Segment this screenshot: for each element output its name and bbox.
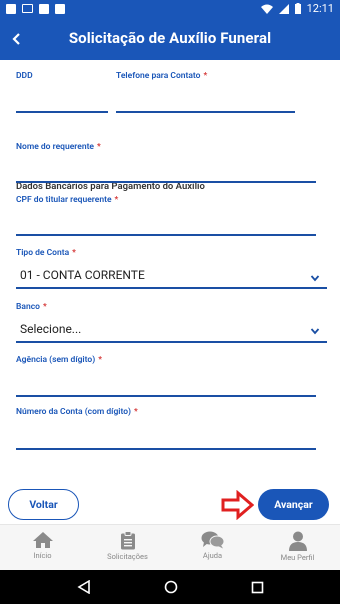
nav-item-ajuda[interactable]: Ajuda [170,525,255,570]
recents-square-icon[interactable] [251,581,264,594]
person-icon [288,531,307,551]
nome-input[interactable] [16,181,316,183]
nav-label: Início [33,551,52,560]
tipo-conta-label: Tipo de Conta * [16,248,76,258]
banco-value[interactable]: Selecione... [20,322,81,336]
section-title: Dados Bancários para Pagamento do Auxíli… [16,181,205,192]
arrow-right-icon [221,490,254,520]
conta-input[interactable] [16,448,316,450]
clipboard-icon [120,531,135,550]
avancar-button[interactable]: Avançar [258,489,329,520]
nav-item-inicio[interactable]: Início [0,525,85,570]
tipo-conta-select[interactable] [16,287,327,289]
banco-select[interactable] [16,341,327,343]
form: DDD Telefone para Contato * Dados Bancári… [0,60,340,524]
system-nav-bar [0,570,340,604]
ddd-input[interactable] [16,111,108,113]
nav-label: Ajuda [202,551,223,560]
voltar-button[interactable]: Voltar [8,489,79,520]
signal-icon [278,3,289,14]
nav-item-solicitacoes[interactable]: Solicitações [85,525,170,570]
chat-bubbles-icon [201,531,224,549]
nome-label: Nome do requerente * [16,142,101,152]
chevron-down-icon[interactable] [310,326,320,336]
cpf-input[interactable] [16,234,316,236]
notification-icon [6,3,16,14]
image-notification-icon [22,4,33,13]
app-notification-icon [55,3,65,14]
tipo-conta-value[interactable]: 01 - CONTA CORRENTE [20,268,145,282]
wifi-icon [260,4,273,14]
ddd-label: DDD [16,71,33,81]
home-circle-icon[interactable] [164,580,178,594]
chevron-down-icon[interactable] [310,273,320,283]
nav-label: Meu Perfil [280,553,315,562]
nav-item-meu-perfil[interactable]: Meu Perfil [255,525,340,570]
cpf-label: CPF do titular requerente * [16,195,119,205]
agencia-input[interactable] [16,395,316,397]
app-bar: Solicitação de Auxílio Funeral [0,17,340,60]
home-icon [32,532,53,548]
status-bar: 12:11 [0,0,340,17]
telefone-input[interactable] [116,111,295,113]
battery-icon [294,3,301,14]
telefone-label: Telefone para Contato * [116,71,208,81]
bottom-nav: Início Solicitações Ajuda Meu Perfil [0,524,340,570]
page-title: Solicitação de Auxílio Funeral [68,29,272,47]
conta-label: Número da Conta (com dígito) * [16,407,138,417]
agencia-label: Agência (sem dígito) * [16,355,103,365]
back-triangle-icon[interactable] [76,580,91,594]
nav-label: Solicitações [107,552,148,561]
status-time: 12:11 [306,2,334,15]
notification-icon [39,3,49,14]
banco-label: Banco * [16,302,47,312]
